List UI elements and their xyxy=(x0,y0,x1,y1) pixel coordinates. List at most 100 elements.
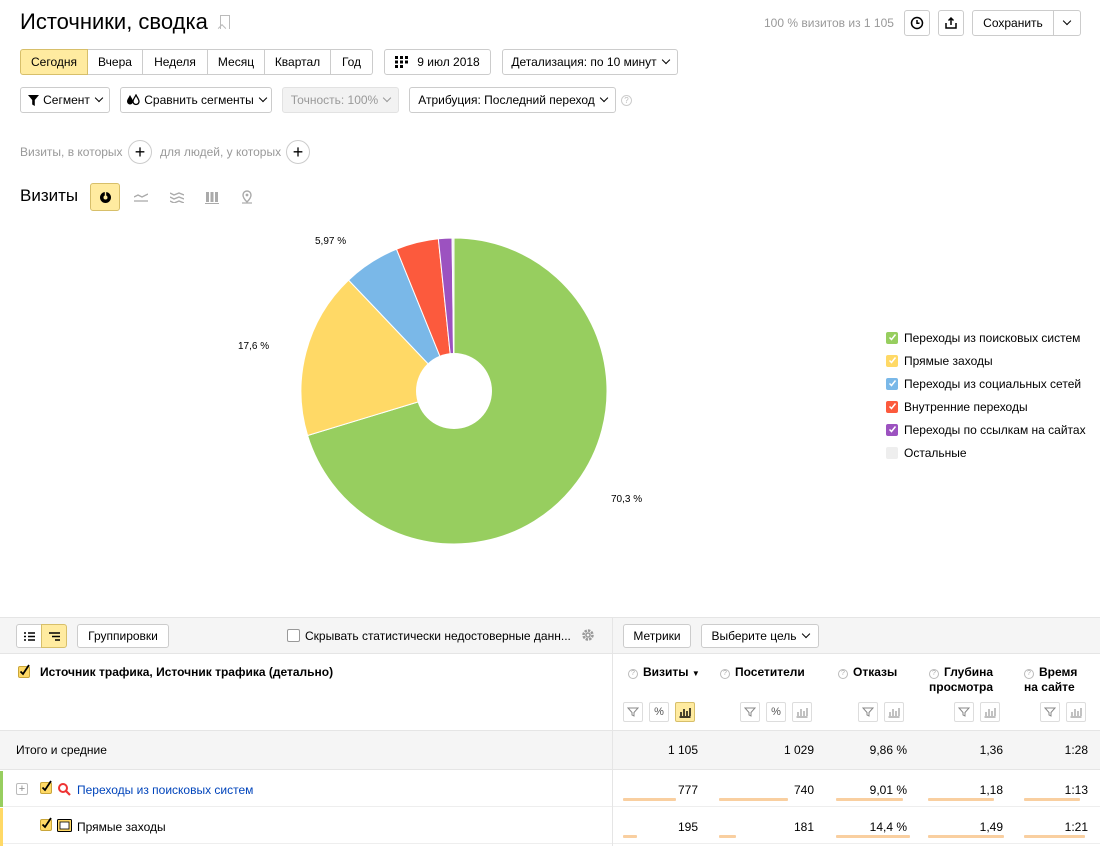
row-depth-bar xyxy=(928,835,1004,838)
chevron-down-icon xyxy=(801,629,810,639)
groupings-button[interactable]: Группировки xyxy=(77,624,169,648)
row-bounce-bar xyxy=(836,798,903,801)
search-engine-icon xyxy=(58,783,71,796)
row-label[interactable]: Прямые заходы xyxy=(77,820,166,834)
filter-bounce-button[interactable] xyxy=(858,702,878,722)
legend-label: Прямые заходы xyxy=(904,353,993,368)
row-checkbox[interactable] xyxy=(40,780,54,794)
legend-item[interactable]: Прямые заходы xyxy=(886,349,1086,372)
checkbox-icon xyxy=(886,354,898,367)
hide-unreliable-checkbox[interactable] xyxy=(287,629,300,642)
checkbox-icon xyxy=(886,377,898,390)
funnel-icon xyxy=(958,707,970,717)
bars-bounce-button[interactable] xyxy=(884,702,904,722)
total-visits: 1 105 xyxy=(667,743,698,757)
bar-chart-icon xyxy=(1070,708,1082,718)
legend-label: Внутренние переходы xyxy=(904,399,1028,414)
table-row[interactable]: + Переходы из поисковых систем 777 740 9… xyxy=(0,771,1100,807)
goal-label: Выберите цель xyxy=(711,629,797,643)
legend-label: Переходы из поисковых систем xyxy=(904,330,1081,345)
row-color-marker xyxy=(0,808,3,846)
row-visits: 195 xyxy=(677,820,698,834)
row-visits-bar xyxy=(623,835,637,838)
table-toolbar-right: Метрики Выберите цель xyxy=(612,617,1100,654)
legend-label: Остальные xyxy=(904,445,967,460)
col-depth-header[interactable]: ? Глубина просмотра xyxy=(929,665,993,695)
row-time-bar xyxy=(1024,835,1085,838)
row-visits: 777 xyxy=(677,783,698,797)
row-bounce-bar xyxy=(836,835,910,838)
row-visitors: 740 xyxy=(793,783,814,797)
pie-chart xyxy=(300,237,608,545)
row-checkbox[interactable] xyxy=(40,817,54,831)
bar-chart-icon xyxy=(984,708,996,718)
row-depth: 1,49 xyxy=(979,820,1003,834)
bar-chart-icon xyxy=(888,708,900,718)
row-label-link[interactable]: Переходы из поисковых систем xyxy=(77,783,253,797)
funnel-icon xyxy=(627,707,639,717)
chart-legend: Переходы из поисковых систем Прямые захо… xyxy=(886,326,1086,464)
table-row[interactable]: Прямые заходы 195 181 14,4 % 1,49 1:21 xyxy=(0,808,1100,846)
percent-visitors-button[interactable]: % xyxy=(766,702,786,722)
row-time: 1:21 xyxy=(1064,820,1088,834)
filter-time-button[interactable] xyxy=(1040,702,1060,722)
checkbox-icon xyxy=(886,423,898,436)
col-time-header[interactable]: ? Время на сайте xyxy=(1024,665,1077,695)
pie-label-direct: 17,6 % xyxy=(238,341,270,352)
expand-icon[interactable]: + xyxy=(16,783,28,795)
bars-time-button[interactable] xyxy=(1066,702,1086,722)
row-visitors-bar xyxy=(719,798,788,801)
bar-chart-icon xyxy=(679,708,691,718)
view-tree-button[interactable] xyxy=(41,624,67,648)
row-visits-bar xyxy=(623,798,676,801)
percent-visits-button[interactable]: % xyxy=(649,702,669,722)
legend-item[interactable]: Переходы по ссылкам на сайтах xyxy=(886,418,1086,441)
bars-visits-button[interactable] xyxy=(675,702,695,722)
funnel-icon xyxy=(862,707,874,717)
total-bounce: 9,86 % xyxy=(869,743,907,757)
col-visitors-header[interactable]: ? Посетители xyxy=(720,665,805,680)
checkbox-icon xyxy=(886,446,898,459)
direct-visit-icon xyxy=(57,819,72,832)
col-visits-header[interactable]: ? Визиты ▼ xyxy=(628,665,700,681)
pie-hole xyxy=(416,353,492,429)
legend-label: Переходы из социальных сетей xyxy=(904,376,1082,391)
tree-list-icon xyxy=(48,631,60,641)
row-color-marker xyxy=(0,771,3,807)
legend-item[interactable]: Переходы из поисковых систем xyxy=(886,326,1086,349)
pie-label-search: 70,3 % xyxy=(611,494,643,505)
row-depth: 1,18 xyxy=(979,783,1003,797)
row-bounce: 14,4 % xyxy=(869,820,907,834)
dimension-header[interactable]: Источник трафика, Источник трафика (дета… xyxy=(40,665,333,680)
table-toolbar-left: Группировки Скрывать статистически недос… xyxy=(0,617,612,654)
legend-item[interactable]: Переходы из социальных сетей xyxy=(886,372,1086,395)
row-visitors: 181 xyxy=(793,820,814,834)
bars-depth-button[interactable] xyxy=(980,702,1000,722)
legend-item[interactable]: Остальные xyxy=(886,441,1086,464)
bars-visitors-button[interactable] xyxy=(792,702,812,722)
row-depth-bar xyxy=(928,798,994,801)
view-flat-button[interactable] xyxy=(16,624,42,648)
filter-visitors-button[interactable] xyxy=(740,702,760,722)
list-icon xyxy=(23,631,35,641)
legend-label: Переходы по ссылкам на сайтах xyxy=(904,422,1086,437)
table-header: Источник трафика, Источник трафика (дета… xyxy=(0,654,1100,731)
col-bounce-header[interactable]: ? Отказы xyxy=(838,665,897,680)
total-time: 1:28 xyxy=(1064,743,1088,757)
hide-unreliable-label: Скрывать статистически недостоверные дан… xyxy=(305,629,571,643)
column-divider xyxy=(612,654,613,846)
dimension-checkbox[interactable] xyxy=(18,664,32,678)
row-time-bar xyxy=(1024,798,1080,801)
total-label: Итого и средние xyxy=(16,743,107,757)
metrics-button[interactable]: Метрики xyxy=(623,624,691,648)
gear-icon[interactable] xyxy=(581,628,595,642)
filter-depth-button[interactable] xyxy=(954,702,974,722)
legend-item[interactable]: Внутренние переходы xyxy=(886,395,1086,418)
total-row: Итого и средние 1 105 1 029 9,86 % 1,36 … xyxy=(0,731,1100,770)
filter-visits-button[interactable] xyxy=(623,702,643,722)
percent-icon: % xyxy=(654,706,664,718)
goal-dropdown[interactable]: Выберите цель xyxy=(701,624,819,648)
bar-chart-icon xyxy=(796,708,808,718)
funnel-icon xyxy=(744,707,756,717)
checkbox-icon xyxy=(886,400,898,413)
